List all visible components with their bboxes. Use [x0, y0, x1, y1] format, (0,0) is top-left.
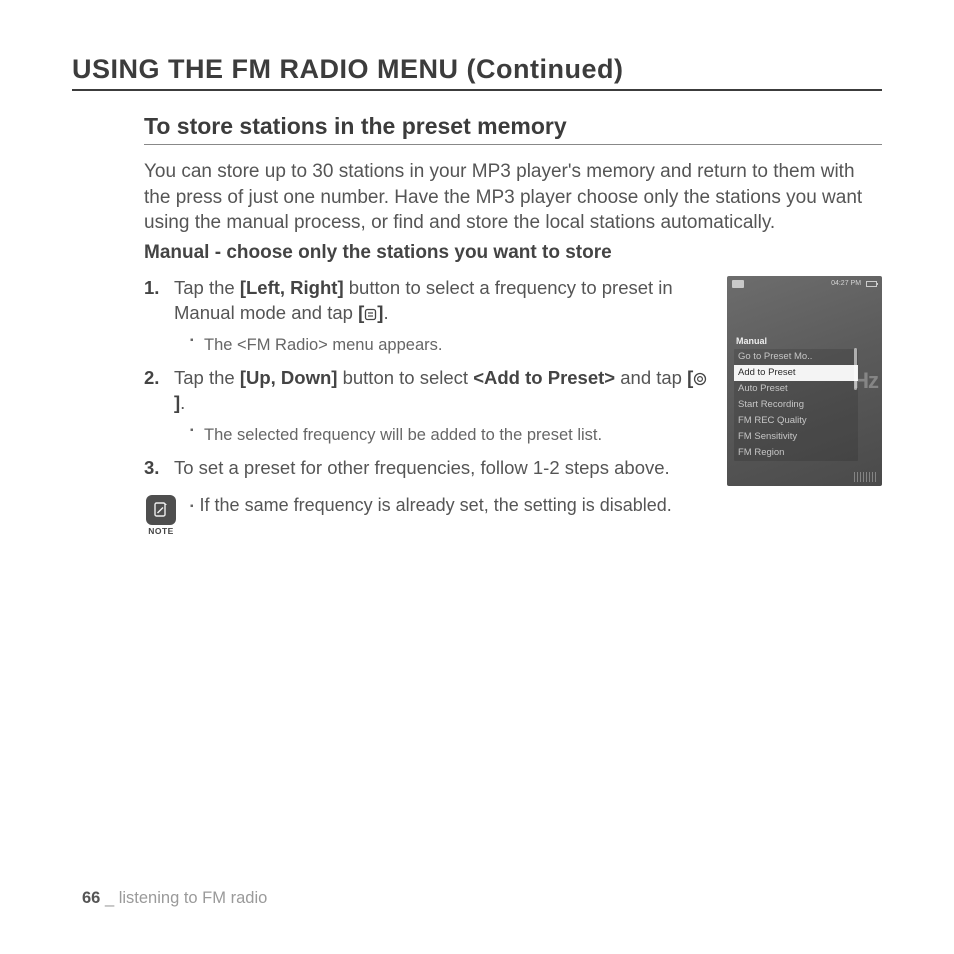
- steps-list: Tap the [Left, Right] button to select a…: [144, 276, 709, 481]
- note-label: NOTE: [148, 526, 174, 536]
- step-1-sub: The <FM Radio> menu appears.: [190, 334, 709, 356]
- device-menu-item: Add to Preset: [734, 365, 858, 381]
- text: .: [383, 302, 388, 323]
- device-menu-item: FM Sensitivity: [734, 429, 858, 445]
- device-screenshot: 04:27 PM Hz Manual Go to Preset Mo..Add …: [727, 276, 882, 486]
- menu-button-icon: [364, 308, 377, 321]
- note-icon-wrap: NOTE: [144, 495, 178, 536]
- device-menu-item: FM Region: [734, 445, 858, 461]
- text: Tap the: [174, 277, 240, 298]
- device-menu-item: Auto Preset: [734, 381, 858, 397]
- battery-icon: [866, 281, 877, 287]
- footer-section: listening to FM radio: [119, 889, 268, 907]
- manual-heading: Manual - choose only the stations you wa…: [144, 242, 882, 264]
- note-icon: [146, 495, 176, 525]
- text: and tap: [615, 367, 687, 388]
- step-2: Tap the [Up, Down] button to select <Add…: [144, 366, 709, 446]
- page-footer: 66 _ listening to FM radio: [82, 889, 267, 908]
- device-menu-item: FM REC Quality: [734, 413, 858, 429]
- page-number: 66: [82, 889, 100, 907]
- device-menu-list: Go to Preset Mo..Add to PresetAuto Prese…: [734, 349, 858, 461]
- device-clock: 04:27 PM: [831, 280, 861, 287]
- select-button-icon: [693, 372, 707, 386]
- step-3: To set a preset for other frequencies, f…: [144, 456, 709, 481]
- bold-text: [Up, Down]: [240, 367, 338, 388]
- text: Tap the: [174, 367, 240, 388]
- bullet-icon: ▪: [190, 501, 194, 512]
- note-block: NOTE ▪ If the same frequency is already s…: [144, 495, 709, 536]
- device-menu: Manual Go to Preset Mo..Add to PresetAut…: [734, 336, 858, 461]
- text: .: [180, 392, 185, 413]
- device-clock-wrap: 04:27 PM: [831, 280, 877, 287]
- text: To set a preset for other frequencies, f…: [174, 457, 670, 478]
- page-heading: USING THE FM RADIO MENU (Continued): [72, 54, 882, 91]
- radio-icon: [732, 280, 744, 288]
- device-scrollbar: [854, 348, 857, 390]
- bold-text: <Add to Preset>: [473, 367, 615, 388]
- bold-text: [Left, Right]: [240, 277, 344, 298]
- device-menu-item: Start Recording: [734, 397, 858, 413]
- text: button to select: [337, 367, 473, 388]
- step-2-sub: The selected frequency will be added to …: [190, 424, 709, 446]
- device-menu-item: Go to Preset Mo..: [734, 349, 858, 365]
- footer-sep: _: [100, 889, 118, 907]
- device-status-bar: 04:27 PM: [727, 276, 882, 290]
- note-text: ▪ If the same frequency is already set, t…: [190, 495, 672, 516]
- note-content: If the same frequency is already set, th…: [200, 495, 672, 515]
- frequency-ticks-icon: [854, 472, 878, 482]
- intro-paragraph: You can store up to 30 stations in your …: [144, 159, 882, 236]
- device-menu-title: Manual: [734, 336, 858, 346]
- section-heading: To store stations in the preset memory: [144, 113, 882, 145]
- step-1: Tap the [Left, Right] button to select a…: [144, 276, 709, 356]
